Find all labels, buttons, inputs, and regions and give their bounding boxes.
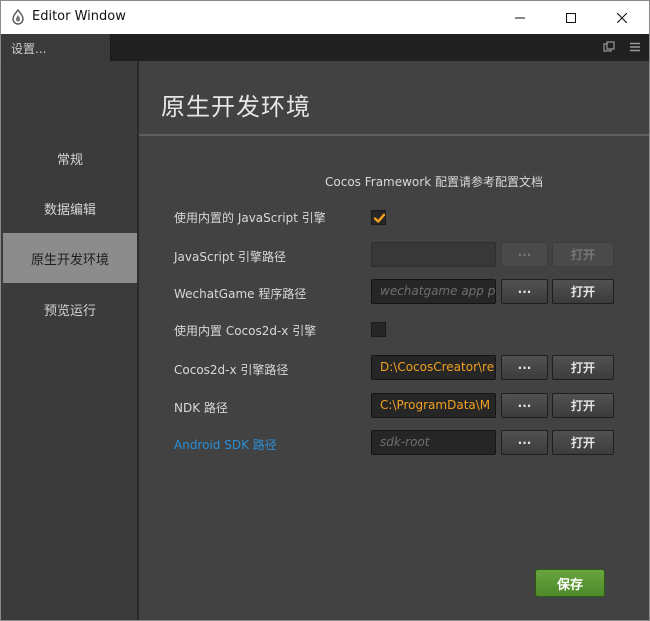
wechat-path-input[interactable]: wechatgame app p xyxy=(371,279,496,304)
minimize-button[interactable] xyxy=(497,1,543,34)
builtin-cocos2dx-label: 使用内置 Cocos2d-x 引擎 xyxy=(174,324,317,338)
maximize-icon xyxy=(566,12,576,23)
menu-icon[interactable] xyxy=(628,40,642,54)
android-sdk-path-input[interactable]: sdk-root xyxy=(371,430,496,455)
close-icon xyxy=(617,12,627,23)
page-title: 原生开发环境 xyxy=(161,93,311,121)
title-bar: Editor Window xyxy=(1,1,649,34)
framework-doc-hint: Cocos Framework 配置请参考配置文档 xyxy=(325,175,543,189)
android-sdk-doc-link[interactable]: Android SDK 路径 xyxy=(174,436,277,453)
wechat-path-open-button[interactable]: 打开 xyxy=(552,279,614,304)
cocos-logo-icon xyxy=(12,9,24,25)
editor-window: Editor Window 设置... 常规 数据编辑 原生开发环境 预览运行 xyxy=(0,0,650,621)
js-path-label: JavaScript 引擎路径 xyxy=(174,250,286,264)
cocos2dx-path-input[interactable]: D:\CocosCreator\re xyxy=(371,355,496,380)
maximize-button[interactable] xyxy=(548,1,594,34)
wechat-path-label: WechatGame 程序路径 xyxy=(174,287,307,301)
title-divider xyxy=(139,134,649,136)
popout-icon[interactable] xyxy=(602,40,616,54)
cocos2dx-path-open-button[interactable]: 打开 xyxy=(552,355,614,380)
js-path-open-button: 打开 xyxy=(552,242,614,267)
settings-content: 原生开发环境 Cocos Framework 配置请参考配置文档 使用内置的 J… xyxy=(139,61,649,620)
js-path-input xyxy=(371,242,496,267)
window-title: Editor Window xyxy=(32,9,126,24)
ndk-path-label: NDK 路径 xyxy=(174,401,228,415)
android-sdk-browse-button[interactable]: ··· xyxy=(501,430,548,455)
builtin-js-checkbox[interactable] xyxy=(371,210,386,225)
android-sdk-open-button[interactable]: 打开 xyxy=(552,430,614,455)
sidebar-item-data-editor[interactable]: 数据编辑 xyxy=(3,183,137,233)
builtin-cocos2dx-checkbox[interactable] xyxy=(371,322,386,337)
wechat-path-browse-button[interactable]: ··· xyxy=(501,279,548,304)
js-path-browse-button: ··· xyxy=(501,242,548,267)
tab-settings[interactable]: 设置... xyxy=(1,34,111,61)
ndk-path-open-button[interactable]: 打开 xyxy=(552,393,614,418)
ndk-path-input[interactable]: C:\ProgramData\M xyxy=(371,393,496,418)
cocos2dx-path-browse-button[interactable]: ··· xyxy=(501,355,548,380)
sidebar-item-preview[interactable]: 预览运行 xyxy=(3,284,137,334)
ndk-path-browse-button[interactable]: ··· xyxy=(501,393,548,418)
panel-tab-strip: 设置... xyxy=(1,34,649,61)
close-button[interactable] xyxy=(599,1,645,34)
sidebar-item-native-env[interactable]: 原生开发环境 xyxy=(3,233,137,283)
cocos2dx-path-label: Cocos2d-x 引擎路径 xyxy=(174,363,289,377)
builtin-js-label: 使用内置的 JavaScript 引擎 xyxy=(174,211,326,225)
sidebar-item-general[interactable]: 常规 xyxy=(3,133,137,183)
save-button[interactable]: 保存 xyxy=(535,569,605,597)
checkmark-icon xyxy=(373,213,386,223)
settings-sidebar: 常规 数据编辑 原生开发环境 预览运行 xyxy=(1,61,138,620)
minimize-icon xyxy=(515,17,525,18)
